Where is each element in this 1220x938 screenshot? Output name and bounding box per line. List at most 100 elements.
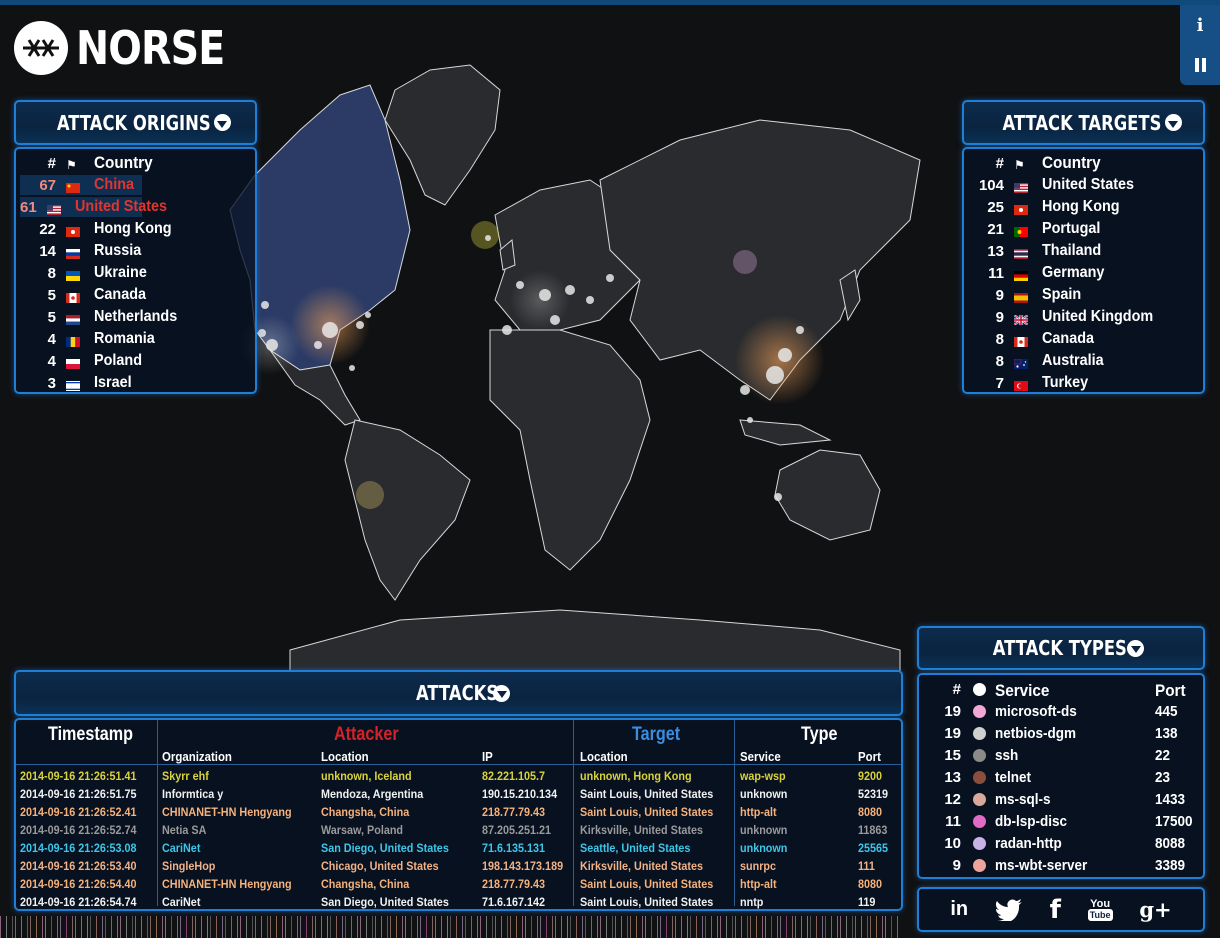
service-name: telnet xyxy=(995,769,1032,786)
port-cell: 25565 xyxy=(858,841,889,855)
ip-cell: 198.143.173.189 xyxy=(482,859,564,873)
logo-mark-icon xyxy=(14,21,68,75)
country-header: Country xyxy=(94,153,153,172)
google-plus-icon[interactable]: g+ xyxy=(1139,897,1171,922)
attack-type-row: 13 telnet 23 xyxy=(923,767,1201,787)
country-row: 14 Russia xyxy=(20,241,146,261)
service-cell: unknown xyxy=(740,823,788,837)
attack-row: 2014-09-16 21:26:51.75 Informtica y Mendoz… xyxy=(16,785,901,803)
flag-romania-icon xyxy=(66,334,80,347)
target-location-cell: unknown, Hong Kong xyxy=(580,769,692,783)
timestamp-cell: 2014-09-16 21:26:54.40 xyxy=(20,877,137,891)
targets-header[interactable]: ATTACK TARGETS xyxy=(962,100,1205,145)
service-header: Service xyxy=(995,681,1050,700)
info-button[interactable]: i xyxy=(1180,5,1220,45)
country-name: Canada xyxy=(94,286,147,303)
port-cell: 9200 xyxy=(858,769,883,783)
country-row: 21 Portugal xyxy=(968,219,1107,239)
count-header: # xyxy=(952,681,961,698)
count-value: 5 xyxy=(47,308,56,326)
country-row: 4 Romania xyxy=(20,329,162,349)
organization-header: Organization xyxy=(162,749,232,764)
attack-type-row: 19 microsoft-ds 445 xyxy=(923,701,1201,721)
timestamp-cell: 2014-09-16 21:26:53.08 xyxy=(20,841,137,855)
attacks-header[interactable]: ATTACKS xyxy=(14,670,903,716)
service-cell: http-alt xyxy=(740,805,777,819)
target-location-cell: Seattle, United States xyxy=(580,841,691,855)
youtube-icon[interactable]: You Tube xyxy=(1087,897,1113,921)
country-row: 104 United States xyxy=(968,175,1144,195)
country-name: Portugal xyxy=(1042,220,1101,237)
country-name: Russia xyxy=(94,242,142,259)
timestamp-cell: 2014-09-16 21:26:51.75 xyxy=(20,787,137,801)
target-location-header: Location xyxy=(580,749,628,764)
port-value: 22 xyxy=(1155,747,1171,764)
service-name: ms-wbt-server xyxy=(995,857,1088,874)
count-value: 25 xyxy=(987,198,1004,216)
type-header: Type xyxy=(801,724,838,745)
origins-header[interactable]: ATTACK ORIGINS xyxy=(14,100,257,145)
flag-thailand-icon xyxy=(1014,246,1028,259)
country-row: 4 Poland xyxy=(20,351,147,371)
count-value: 8 xyxy=(47,264,56,282)
attack-row: 2014-09-16 21:26:51.41 Skyrr ehf unknown, … xyxy=(16,767,901,785)
location-cell: Chicago, United States xyxy=(321,859,439,873)
flag-header-icon: ⚑ xyxy=(1014,158,1025,172)
country-name: Israel xyxy=(94,374,132,391)
divider xyxy=(16,764,901,765)
count-value: 9 xyxy=(995,308,1004,326)
port-cell: 119 xyxy=(858,895,876,909)
youtube-text-top: You xyxy=(1090,897,1111,910)
count-value: 9 xyxy=(952,857,961,874)
africa-shape xyxy=(489,329,651,571)
target-location-cell: Kirksville, United States xyxy=(580,823,704,837)
flag-usa-icon xyxy=(1014,180,1028,193)
types-header[interactable]: ATTACK TYPES xyxy=(917,626,1205,670)
count-value: 9 xyxy=(995,286,1004,304)
timestamp-cell: 2014-09-16 21:26:54.74 xyxy=(20,895,137,909)
ip-cell: 82.221.105.7 xyxy=(482,769,546,783)
ip-cell: 218.77.79.43 xyxy=(482,877,546,891)
service-color-icon xyxy=(973,859,986,872)
flag-hongkong-icon xyxy=(1014,202,1028,215)
count-value: 19 xyxy=(944,703,961,720)
south-america-shape xyxy=(344,419,471,601)
location-cell: Mendoza, Argentina xyxy=(321,787,424,801)
attacks-title: ATTACKS xyxy=(415,681,499,705)
service-color-icon xyxy=(973,771,986,784)
target-header: Target xyxy=(632,724,681,745)
port-value: 1433 xyxy=(1155,791,1186,808)
youtube-text-bottom: Tube xyxy=(1087,908,1113,921)
location-cell: Warsaw, Poland xyxy=(321,823,404,837)
port-value: 445 xyxy=(1155,703,1178,720)
linkedin-icon[interactable]: in xyxy=(950,898,968,921)
social-bar: in f You Tube g+ xyxy=(917,887,1205,932)
twitter-icon[interactable] xyxy=(994,898,1023,921)
country-name: United States xyxy=(74,198,167,215)
country-row: 5 Netherlands xyxy=(20,307,186,327)
count-value: 11 xyxy=(945,813,961,830)
count-value: 8 xyxy=(995,330,1004,348)
port-cell: 52319 xyxy=(858,787,889,801)
pause-button[interactable] xyxy=(1180,45,1220,85)
greenland-shape xyxy=(384,64,501,206)
facebook-icon[interactable]: f xyxy=(1050,895,1061,925)
flag-hongkong-icon xyxy=(66,224,80,237)
origins-panel: # ⚑ Country 67 China 61 United States 22 Hong… xyxy=(14,147,257,394)
attack-type-row: 9 ms-wbt-server 3389 xyxy=(923,855,1201,875)
country-name: Germany xyxy=(1042,264,1105,281)
flag-poland-icon xyxy=(66,356,80,369)
service-color-icon xyxy=(973,837,986,850)
origins-header-row: # ⚑ Country xyxy=(20,153,159,173)
flag-spain-icon xyxy=(1014,290,1028,303)
service-name: microsoft-ds xyxy=(995,703,1077,720)
count-value: 5 xyxy=(47,286,56,304)
service-color-icon xyxy=(973,727,986,740)
timestamp-header: Timestamp xyxy=(48,724,133,745)
attack-row: 2014-09-16 21:26:54.40 CHINANET-HN Hengya… xyxy=(16,875,901,893)
country-name: Poland xyxy=(94,352,143,369)
attacks-panel: Timestamp Attacker Target Type Organizat… xyxy=(14,718,903,911)
service-color-icon xyxy=(973,749,986,762)
ip-cell: 71.6.167.142 xyxy=(482,895,546,909)
location-header: Location xyxy=(321,749,369,764)
